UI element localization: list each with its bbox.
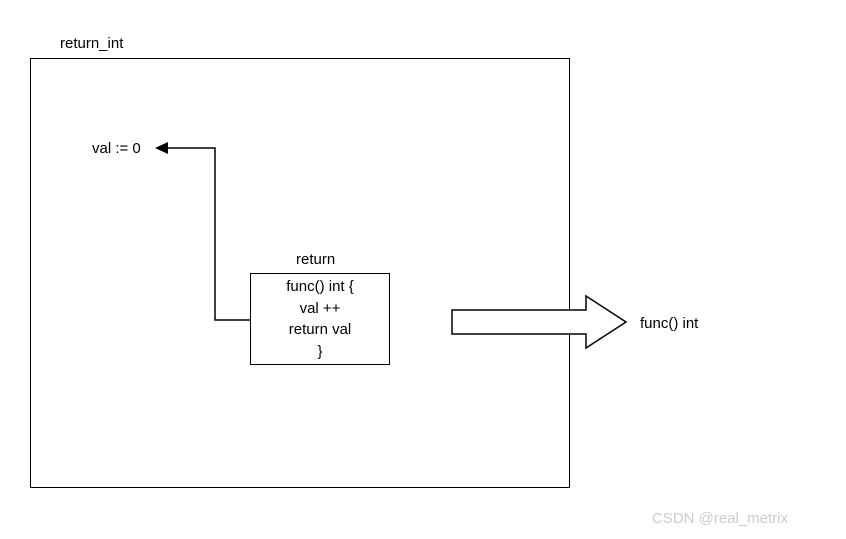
watermark-text: CSDN @real_metrix [652, 510, 788, 527]
outer-function-label: return_int [60, 35, 123, 52]
closure-line-1: func() int { [286, 277, 354, 297]
closure-line-4: } [317, 342, 322, 362]
closure-line-2: val ++ [300, 299, 341, 319]
closure-line-3: return val [289, 320, 352, 340]
output-type-label: func() int [640, 315, 698, 332]
variable-declaration-label: val := 0 [92, 140, 141, 157]
return-label: return [296, 251, 335, 268]
closure-function-box: func() int { val ++ return val } [250, 273, 390, 365]
